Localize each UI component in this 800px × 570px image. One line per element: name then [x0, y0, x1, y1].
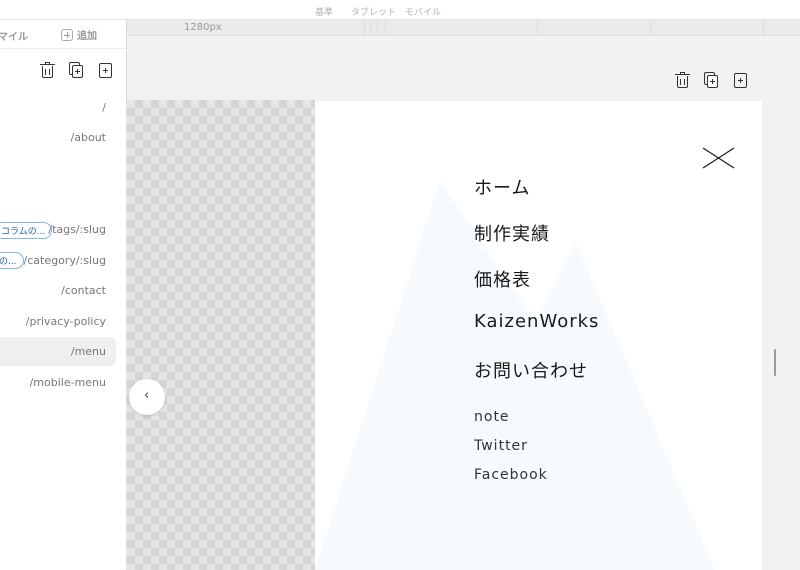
route-privacy-policy[interactable]: /privacy-policy: [26, 315, 106, 328]
menu-item-pricing[interactable]: 価格表: [474, 266, 531, 292]
category-pill[interactable]: の...: [0, 252, 24, 269]
route-contact[interactable]: /contact: [61, 284, 106, 297]
mode-label[interactable]: マイル: [0, 28, 28, 43]
menu-link-twitter[interactable]: Twitter: [474, 438, 528, 454]
tab-mobile[interactable]: モバイル: [405, 5, 441, 18]
collapse-sidebar-button[interactable]: ‹: [129, 379, 165, 415]
route-category[interactable]: /category/:slug: [24, 254, 106, 267]
sidebar-actions: [40, 62, 113, 79]
menu-page-frame[interactable]: ホーム 制作実績 価格表 KaizenWorks お問い合わせ note Twi…: [315, 101, 762, 570]
route-mobile-menu[interactable]: /mobile-menu: [30, 376, 106, 389]
mountain-illustration: [315, 181, 715, 570]
sidebar-header: マイル 追加: [0, 20, 126, 49]
close-icon[interactable]: [702, 147, 735, 169]
scrollbar-thumb[interactable]: [774, 349, 776, 376]
new-page-icon[interactable]: [733, 72, 748, 89]
duplicate-icon[interactable]: [69, 62, 84, 79]
pages-sidebar: マイル 追加 / /about コラムの... /tags/:slug の...…: [0, 20, 127, 570]
width-ruler: 1280px: [127, 20, 800, 36]
new-page-icon[interactable]: [98, 62, 113, 79]
add-page-button[interactable]: 追加: [61, 27, 97, 42]
route-tags[interactable]: /tags/:slug: [48, 223, 106, 236]
menu-item-kaizenworks[interactable]: KaizenWorks: [474, 311, 599, 332]
route-menu[interactable]: /menu: [71, 345, 106, 358]
tag-pill[interactable]: コラムの...: [0, 222, 53, 239]
tab-base[interactable]: 基準: [315, 5, 333, 18]
trash-icon[interactable]: [675, 72, 690, 89]
chevron-left-icon: ‹: [144, 388, 150, 403]
menu-link-facebook[interactable]: Facebook: [474, 467, 548, 483]
route-home[interactable]: /: [102, 101, 106, 114]
transparent-canvas: [127, 100, 315, 570]
menu-item-home[interactable]: ホーム: [474, 174, 530, 200]
route-about[interactable]: /about: [71, 131, 106, 144]
ruler-width-label: 1280px: [184, 22, 222, 33]
menu-item-contact[interactable]: お問い合わせ: [474, 357, 588, 383]
frame-actions: [675, 72, 748, 89]
menu-link-note[interactable]: note: [474, 409, 510, 425]
plus-icon: [61, 28, 73, 41]
add-page-label: 追加: [77, 31, 97, 42]
duplicate-icon[interactable]: [704, 72, 719, 89]
trash-icon[interactable]: [40, 62, 55, 79]
menu-item-works[interactable]: 制作実績: [474, 220, 550, 246]
tab-tablet[interactable]: タブレット: [351, 5, 396, 18]
breakpoint-bar: 基準 タブレット モバイル: [0, 0, 800, 20]
